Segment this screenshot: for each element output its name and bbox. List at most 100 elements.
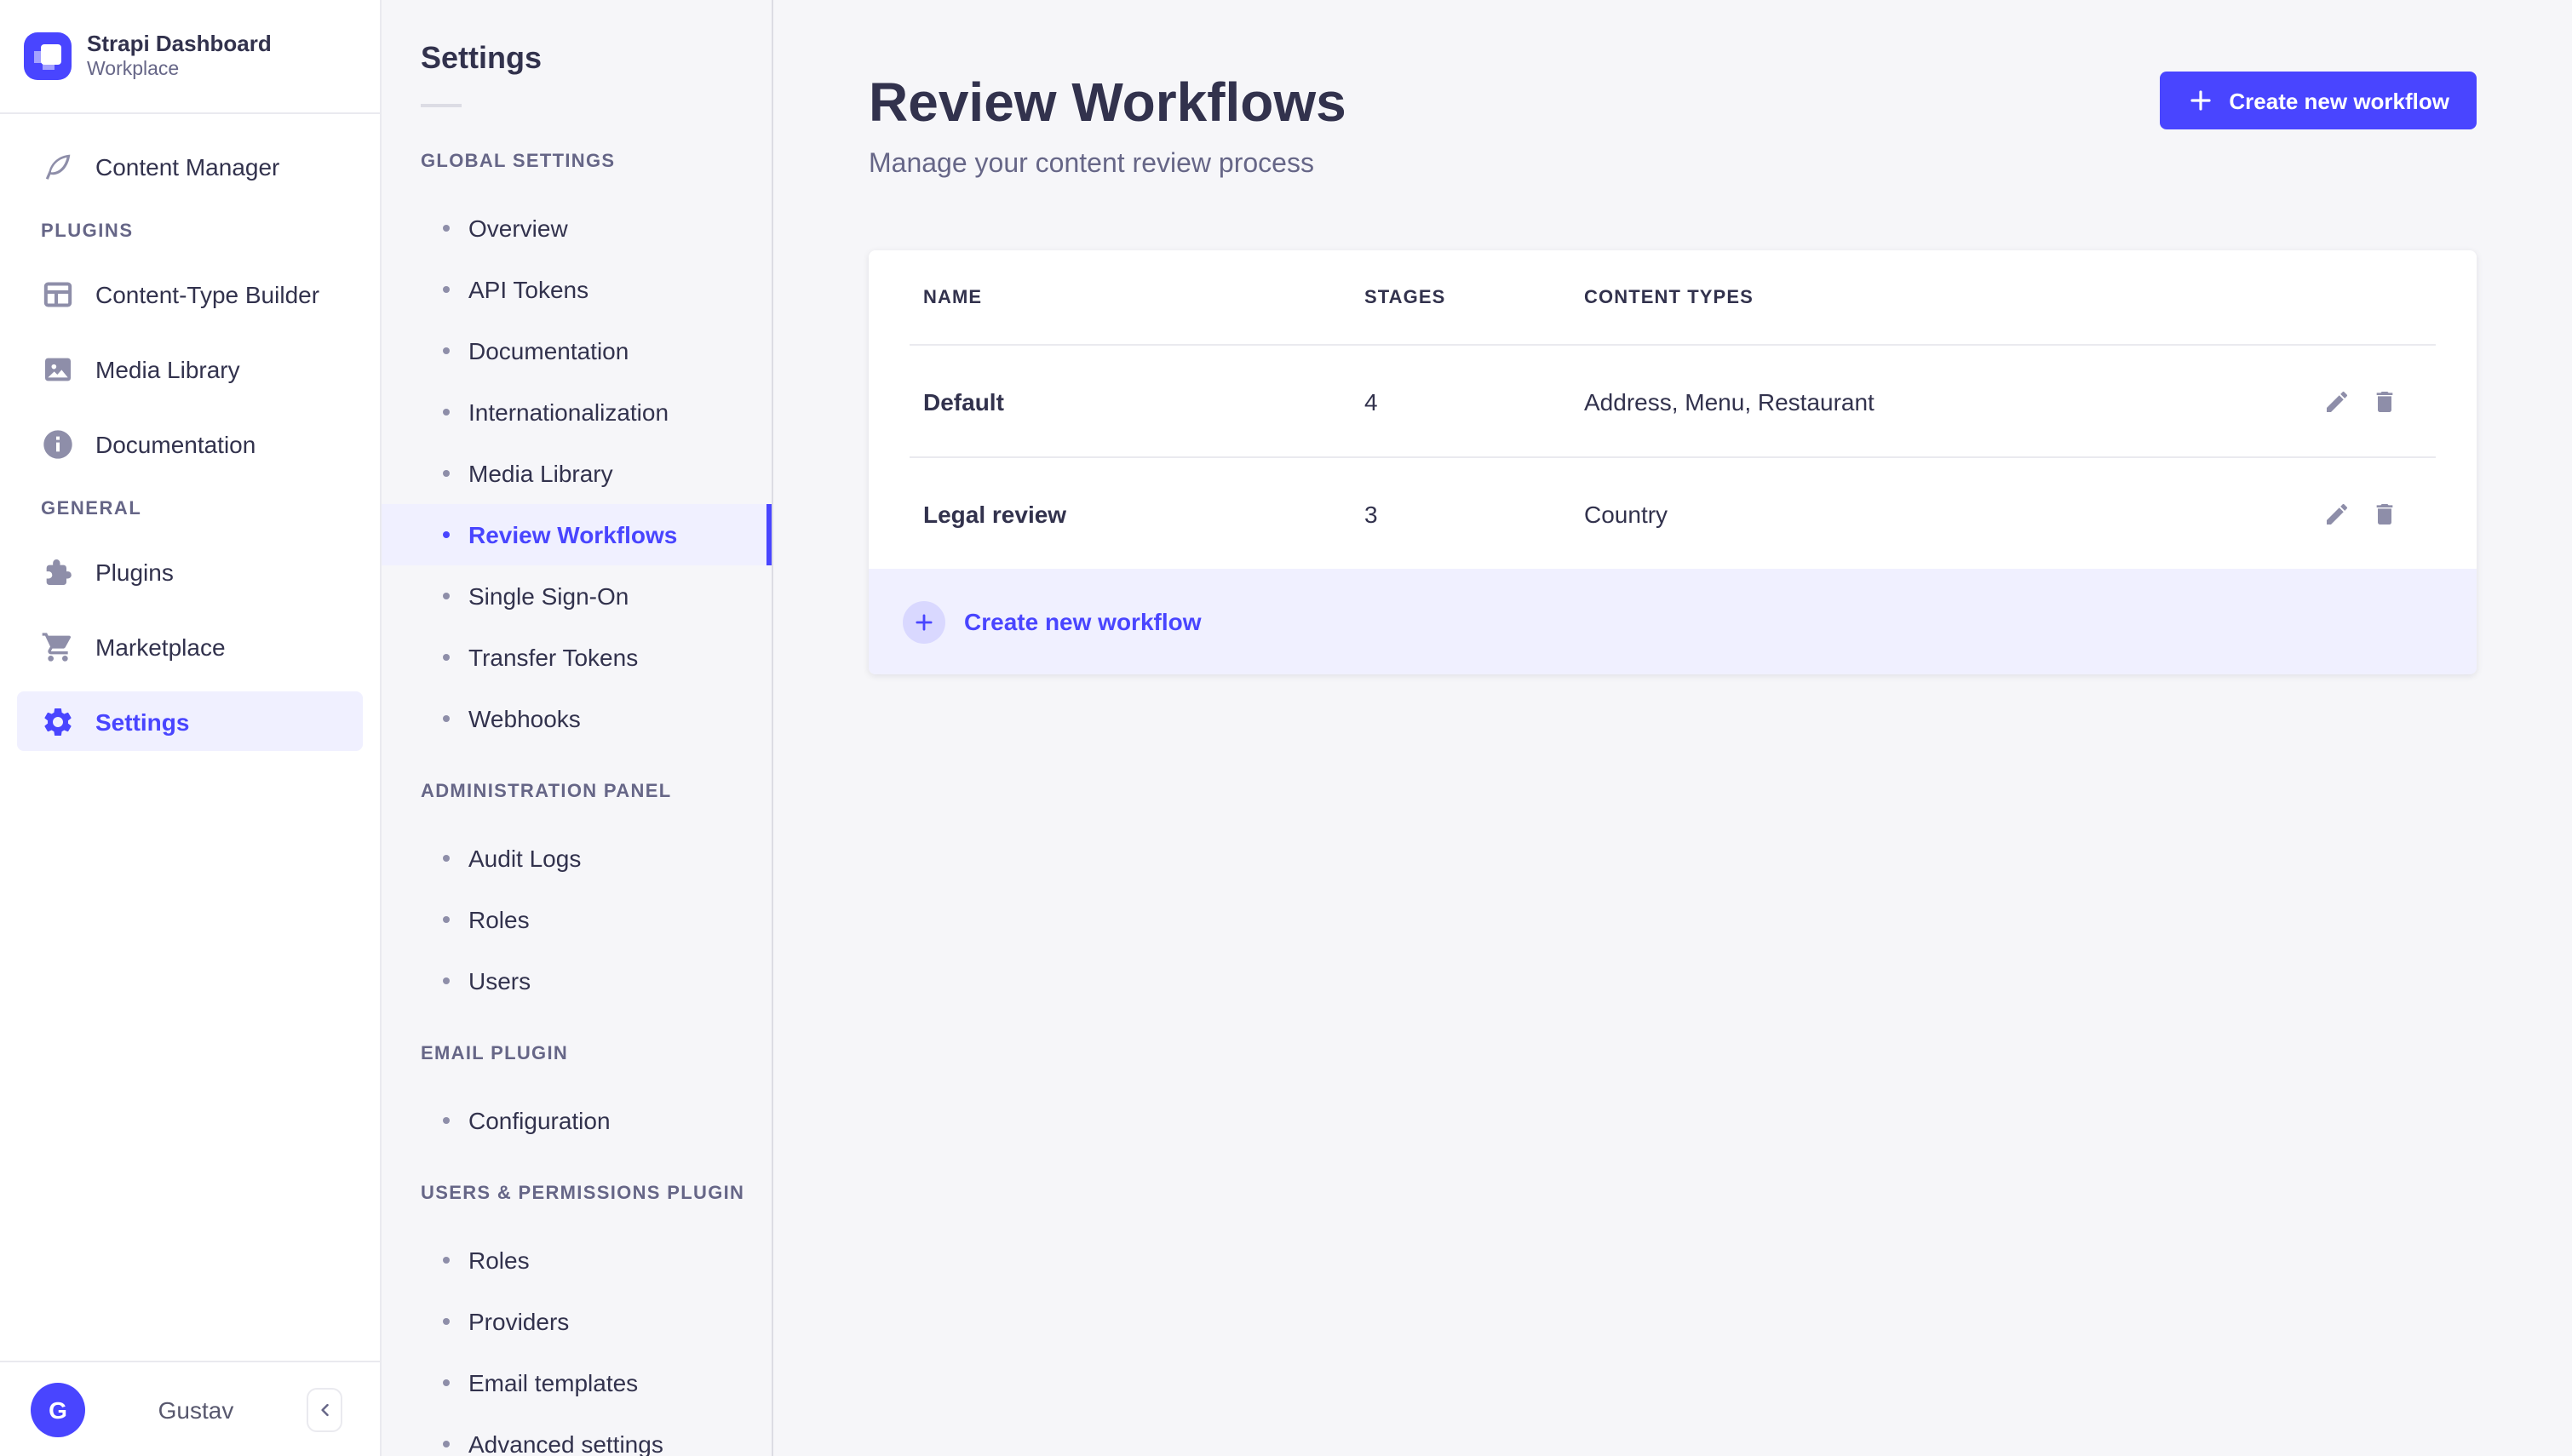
sidebar-item-settings[interactable]: Settings — [17, 691, 363, 751]
subnav-item-label: Roles — [468, 1247, 530, 1274]
sidebar-section-plugins: PLUGINS — [41, 221, 134, 242]
subnav-item-webhooks[interactable]: Webhooks — [382, 688, 772, 749]
bullet-icon — [443, 1318, 450, 1325]
delete-icon[interactable] — [2371, 500, 2398, 527]
subnav-item-single-sign-on[interactable]: Single Sign-On — [382, 565, 772, 627]
bullet-icon — [443, 409, 450, 416]
table-header-row: NAME STAGES CONTENT TYPES — [869, 250, 2477, 344]
table-row-legal-review[interactable]: Legal review 3 Country — [869, 458, 2477, 569]
subnav-item-email-templates[interactable]: Email templates — [382, 1352, 772, 1413]
table-row-default[interactable]: Default 4 Address, Menu, Restaurant — [869, 346, 2477, 456]
layout-icon — [41, 277, 75, 311]
main-content: Review Workflows Manage your content rev… — [773, 0, 2572, 1456]
puzzle-icon — [41, 554, 75, 588]
subnav-section-users-permissions-plugin: USERS & PERMISSIONS PLUGIN — [421, 1184, 745, 1204]
bullet-icon — [443, 286, 450, 293]
gear-icon — [41, 704, 75, 738]
sidebar-item-label: Settings — [95, 708, 190, 735]
bullet-icon — [443, 1441, 450, 1447]
bullet-icon — [443, 977, 450, 984]
bullet-icon — [443, 855, 450, 862]
collapse-sidebar-button[interactable] — [307, 1387, 342, 1431]
sidebar-item-label: Plugins — [95, 558, 174, 585]
edit-icon[interactable] — [2323, 387, 2351, 415]
subnav-item-label: Review Workflows — [468, 521, 678, 548]
subnav-item-label: Advanced settings — [468, 1430, 663, 1456]
create-new-workflow-footer-button[interactable]: Create new workflow — [869, 569, 2477, 674]
bullet-icon — [443, 654, 450, 661]
subnav-item-label: Audit Logs — [468, 845, 582, 872]
sidebar-item-label: Documentation — [95, 430, 256, 457]
create-new-workflow-button[interactable]: Create new workflow — [2159, 72, 2477, 129]
subnav-item-label: Providers — [468, 1308, 570, 1335]
subnav-item-media-library[interactable]: Media Library — [382, 443, 772, 504]
workspace-brand: Strapi Dashboard Workplace — [0, 0, 380, 114]
subnav-item-admin-roles[interactable]: Roles — [382, 889, 772, 950]
bullet-icon — [443, 1379, 450, 1386]
image-icon — [41, 352, 75, 386]
subnav-item-label: Users — [468, 967, 531, 995]
sidebar-item-marketplace[interactable]: Marketplace — [0, 616, 380, 676]
edit-icon[interactable] — [2323, 500, 2351, 527]
bullet-icon — [443, 225, 450, 232]
subnav-item-users[interactable]: Users — [382, 950, 772, 1012]
workflows-table: NAME STAGES CONTENT TYPES Default 4 Addr… — [869, 250, 2477, 674]
sidebar-item-label: Media Library — [95, 355, 240, 382]
bullet-icon — [443, 347, 450, 354]
subnav-item-label: Webhooks — [468, 705, 581, 732]
strapi-admin-app: Strapi Dashboard Workplace Content Manag… — [0, 0, 2572, 1456]
subnav-title: Settings — [421, 41, 543, 75]
subnav-item-api-tokens[interactable]: API Tokens — [382, 259, 772, 320]
create-new-workflow-button-label: Create new workflow — [2229, 88, 2449, 113]
workflow-stages: 4 — [1364, 387, 1378, 415]
bullet-icon — [443, 1257, 450, 1264]
subnav-item-advanced-settings[interactable]: Advanced settings — [382, 1413, 772, 1456]
subnav-item-label: Configuration — [468, 1107, 611, 1134]
subnav-item-review-workflows[interactable]: Review Workflows — [382, 504, 772, 565]
subnav-section-global-settings: GLOBAL SETTINGS — [421, 152, 616, 172]
subnav-item-audit-logs[interactable]: Audit Logs — [382, 828, 772, 889]
row-actions — [2306, 500, 2477, 527]
column-header-name: NAME — [923, 287, 983, 307]
bullet-icon — [443, 593, 450, 599]
subnav-item-label: Single Sign-On — [468, 582, 629, 610]
subnav-item-up-roles[interactable]: Roles — [382, 1230, 772, 1291]
sidebar-item-plugins[interactable]: Plugins — [0, 542, 380, 601]
subnav-item-label: Roles — [468, 906, 530, 933]
workspace-subtitle: Workplace — [87, 60, 180, 80]
chevron-left-icon — [316, 1401, 333, 1418]
workflow-content-types: Address, Menu, Restaurant — [1584, 387, 1874, 415]
workflow-stages: 3 — [1364, 500, 1378, 527]
subnav-item-transfer-tokens[interactable]: Transfer Tokens — [382, 627, 772, 688]
sidebar-item-label: Content-Type Builder — [95, 280, 320, 307]
subnav-item-internationalization[interactable]: Internationalization — [382, 381, 772, 443]
sidebar-item-content-type-builder[interactable]: Content-Type Builder — [0, 264, 380, 324]
sidebar-item-documentation[interactable]: Documentation — [0, 414, 380, 473]
bullet-icon — [443, 715, 450, 722]
subnav-item-documentation[interactable]: Documentation — [382, 320, 772, 381]
sidebar-section-general: GENERAL — [41, 499, 142, 519]
delete-icon[interactable] — [2371, 387, 2398, 415]
plus-icon — [2186, 87, 2213, 114]
sidebar-item-label: Content Manager — [95, 152, 280, 180]
sidebar-item-content-manager[interactable]: Content Manager — [0, 136, 380, 196]
subnav-divider — [421, 104, 462, 107]
bullet-icon — [443, 1117, 450, 1124]
user-avatar[interactable]: G — [31, 1382, 85, 1436]
subnav-item-overview[interactable]: Overview — [382, 198, 772, 259]
subnav-item-providers[interactable]: Providers — [382, 1291, 772, 1352]
cart-icon — [41, 629, 75, 663]
bullet-icon — [443, 470, 450, 477]
column-header-stages: STAGES — [1364, 287, 1446, 307]
sidebar-nav: Content Manager PLUGINS Content-Type Bui… — [0, 114, 380, 1361]
subnav-item-label: Documentation — [468, 337, 629, 364]
workflow-content-types: Country — [1584, 500, 1668, 527]
subnav-item-configuration[interactable]: Configuration — [382, 1090, 772, 1151]
sidebar-item-media-library[interactable]: Media Library — [0, 339, 380, 398]
settings-subnav: Settings GLOBAL SETTINGS Overview API To… — [382, 0, 773, 1456]
plus-circle-icon — [903, 600, 945, 643]
main-sidebar: Strapi Dashboard Workplace Content Manag… — [0, 0, 382, 1456]
workspace-title: Strapi Dashboard — [87, 31, 272, 56]
subnav-item-label: API Tokens — [468, 276, 589, 303]
strapi-logo-icon — [24, 32, 72, 80]
